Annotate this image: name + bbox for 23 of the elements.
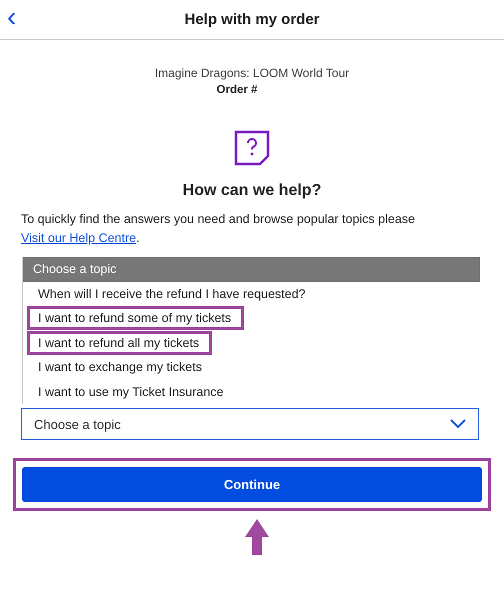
topic-select[interactable]: Choose a topic: [21, 408, 479, 440]
dropdown-option[interactable]: I want to refund all my tickets: [23, 330, 480, 355]
section-heading: How can we help?: [182, 182, 322, 200]
back-icon[interactable]: ‹: [7, 2, 16, 32]
intro-text: To quickly find the answers you need and browse popular topics please Visit our Help Centre.: [21, 211, 416, 247]
dropdown-option[interactable]: Choose a topic: [23, 257, 480, 282]
dropdown-option[interactable]: When will I receive the refund I have requested?: [23, 282, 480, 306]
dropdown-option[interactable]: I want to use my Ticket Insurance: [23, 380, 480, 404]
chevron-down-icon: [450, 419, 466, 429]
help-icon: [234, 130, 270, 166]
option-label: I want to use my Ticket Insurance: [37, 384, 224, 401]
order-number: Order #: [216, 84, 258, 96]
option-label: When will I receive the refund I have requested?: [37, 286, 307, 303]
event-name: Imagine Dragons: LOOM World Tour: [154, 66, 350, 80]
option-label: I want to exchange my tickets: [37, 359, 203, 376]
dropdown-option[interactable]: I want to exchange my tickets: [23, 355, 480, 380]
option-label: I want to refund all my tickets: [27, 330, 212, 355]
page-title: Help with my order: [184, 11, 320, 28]
dropdown-option[interactable]: I want to refund some of my tickets: [23, 306, 480, 330]
option-label: Choose a topic: [33, 262, 116, 276]
help-centre-link[interactable]: Visit our Help Centre: [21, 231, 136, 245]
option-label: I want to refund some of my tickets: [27, 306, 244, 330]
continue-button[interactable]: Continue: [22, 467, 482, 502]
